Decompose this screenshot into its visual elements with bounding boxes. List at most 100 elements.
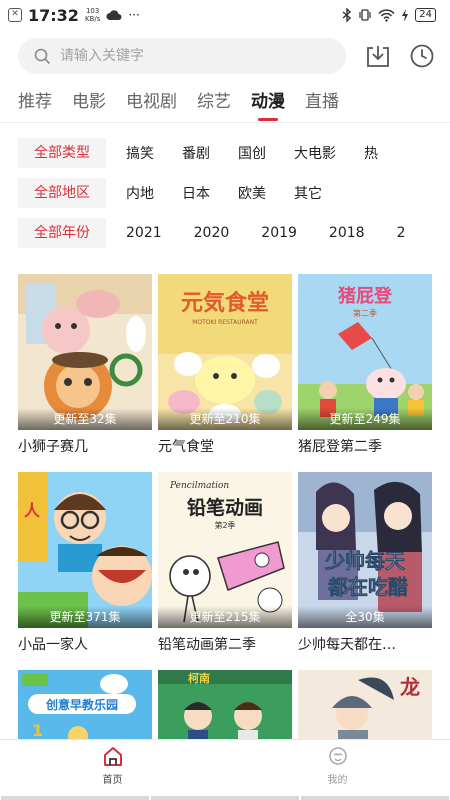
anime-card[interactable]: Pencilmation 铅笔动画 第2季 更新至215集 铅笔动画第二季 [158,472,292,654]
bluetooth-icon [342,8,352,22]
card-title: 小狮子赛几 [18,439,88,455]
poster-title-text: 元気食堂 [181,290,269,316]
filter-option[interactable]: 2018 [329,225,365,241]
filter-year-all[interactable]: 全部年份 [18,218,106,248]
clock-icon [410,44,434,68]
tab-variety[interactable]: 综艺 [197,86,231,118]
network-speed-value: 103 [85,7,100,15]
filter-option[interactable]: 2020 [194,225,230,241]
poster-image: 人 更新至371集 [18,472,152,628]
filter-option[interactable]: 2 [397,225,406,241]
poster-image: 元気食堂 MOTOKI RESTAURANT 更新至210集 [158,274,292,430]
anime-card[interactable]: 人 更新至371集 小品一家人 [18,472,152,654]
anime-card[interactable]: 龙 [298,670,432,742]
poster-en-text: Pencilmation [169,481,229,491]
poster-title-text: 龙 [400,675,420,699]
filter-option[interactable]: 2021 [126,225,162,241]
episode-badge: 更新至32集 [18,408,152,430]
profile-icon [328,747,347,765]
poster-image: Pencilmation 铅笔动画 第2季 更新至215集 [158,472,292,628]
episode-badge: 全30集 [298,606,432,628]
poster-image: 柯南 [158,670,292,742]
vibrate-icon [359,9,371,21]
download-icon [367,46,389,67]
nav-home-label: 首页 [102,775,123,786]
network-speed-unit: KB/s [84,15,101,23]
filter-option[interactable]: 日本 [182,183,210,203]
poster-title-text: 猪屁登 [337,285,393,307]
anime-grid: 更新至32集 小狮子赛几 元気食堂 MOTOKI RESTAURANT 更新至2… [18,274,450,742]
home-indicator [0,796,450,800]
episode-badge: 更新至249集 [298,408,432,430]
download-button[interactable] [364,42,392,70]
tab-live[interactable]: 直播 [305,86,339,118]
more-status-icon: ··· [128,8,140,22]
poster-image: 更新至32集 [18,274,152,430]
anime-card[interactable]: 柯南 [158,670,292,742]
poster-sub-text: 第2季 [214,520,235,530]
tab-tv[interactable]: 电视剧 [126,86,177,118]
tab-recommend[interactable]: 推荐 [18,86,52,118]
wifi-icon [378,8,395,22]
episode-badge: 更新至371集 [18,606,152,628]
search-input[interactable] [60,48,300,64]
card-title: 元气食堂 [158,439,214,455]
card-title: 小品一家人 [18,637,88,653]
search-icon [34,48,50,64]
status-time: 17:32 [28,5,79,25]
network-speed: 103 KB/s [85,7,100,23]
poster-title-text: 创意早教乐园 [45,697,118,712]
tabs-divider [0,122,450,123]
filter-option[interactable]: 番剧 [182,143,210,163]
poster-sub-text: 第二季 [353,308,377,318]
anime-card[interactable]: 更新至32集 小狮子赛几 [18,274,152,456]
poster-title-text: 柯南 [188,671,210,685]
filter-option[interactable]: 其它 [294,183,322,203]
status-bar: ✕ 17:32 103 KB/s ··· 24 [0,0,450,30]
poster-title-text: 铅笔动画 [187,496,263,519]
poster-image: 龙 [298,670,432,742]
svg-text:人: 人 [24,501,41,520]
notification-icon: ✕ [8,8,22,22]
card-title: 少帅每天都在… [298,637,396,653]
poster-image: 猪屁登 第二季 更新至249集 [298,274,432,430]
filter-option[interactable]: 搞笑 [126,143,154,163]
filter-year-row: 全部年份 2021 2020 2019 2018 2 [18,218,437,248]
history-button[interactable] [408,42,436,70]
tab-movie[interactable]: 电影 [72,86,106,118]
filter-region-all[interactable]: 全部地区 [18,178,106,208]
anime-card[interactable]: 元気食堂 MOTOKI RESTAURANT 更新至210集 元气食堂 [158,274,292,456]
filter-type-row: 全部类型 搞笑 番剧 国创 大电影 热 [18,138,406,168]
filter-option[interactable]: 欧美 [238,183,266,203]
filter-type-all[interactable]: 全部类型 [18,138,106,168]
search-row [18,38,438,74]
nav-profile-label: 我的 [327,775,348,786]
anime-card[interactable]: 猪屁登 第二季 更新至249集 猪屁登第二季 [298,274,432,456]
cloud-icon [106,10,122,20]
poster-title-text: 少帅每天 [324,549,406,573]
filter-option[interactable]: 国创 [238,143,266,163]
search-box[interactable] [18,38,346,74]
anime-card[interactable]: 创意早教乐园 1 [18,670,152,742]
nav-home[interactable]: 首页 [0,740,225,800]
card-title: 猪屁登第二季 [298,439,382,455]
anime-card[interactable]: 少帅每天 都在吃醋 全30集 少帅每天都在… [298,472,432,654]
svg-text:1: 1 [32,721,43,740]
category-tabs: 推荐 电影 电视剧 综艺 动漫 直播 [18,86,359,121]
poster-title-text-2: 都在吃醋 [327,575,408,599]
card-title: 铅笔动画第二季 [158,637,256,653]
poster-sub-text: MOTOKI RESTAURANT [192,319,258,326]
home-icon [103,747,122,766]
episode-badge: 更新至210集 [158,408,292,430]
battery-level: 24 [415,8,436,22]
filter-option[interactable]: 热 [364,143,378,163]
poster-image: 创意早教乐园 1 [18,670,152,742]
filter-option[interactable]: 2019 [261,225,297,241]
filter-option[interactable]: 大电影 [294,143,336,163]
filter-region-row: 全部地区 内地 日本 欧美 其它 [18,178,350,208]
nav-profile[interactable]: 我的 [225,740,450,800]
charging-icon [402,8,409,22]
tab-anime[interactable]: 动漫 [251,86,285,121]
bottom-nav: 首页 我的 [0,739,450,800]
filter-option[interactable]: 内地 [126,183,154,203]
